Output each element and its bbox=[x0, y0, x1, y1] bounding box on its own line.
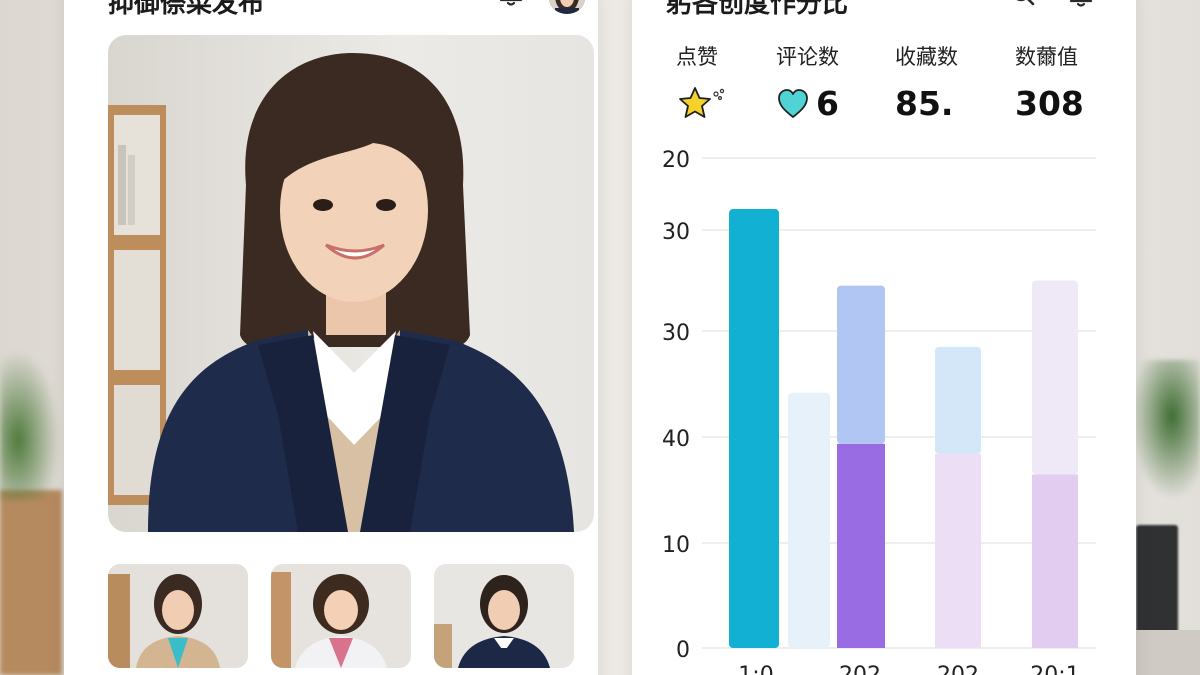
creation-analytics-panel: 躬吝创度作分比 点赞 评论数 6 收藏数 85. 数薾值 308 20 30 3… bbox=[632, 0, 1136, 675]
x-tick-label: 202 bbox=[839, 663, 881, 675]
bar-segment[interactable] bbox=[1032, 280, 1078, 475]
user-avatar[interactable] bbox=[549, 0, 585, 14]
thumbnail-photo-1[interactable] bbox=[108, 564, 248, 668]
y-tick-label: 10 bbox=[662, 533, 690, 558]
bar-segment[interactable] bbox=[788, 392, 830, 648]
publish-panel: 抑御傺菜发布 bbox=[64, 0, 598, 675]
background-desk bbox=[1130, 630, 1200, 675]
bar-segment[interactable] bbox=[935, 346, 981, 455]
thumbnail-photo-3[interactable] bbox=[434, 564, 574, 668]
x-tick-label: 202 bbox=[937, 663, 979, 675]
y-tick-label: 0 bbox=[676, 638, 690, 663]
y-tick-label: 20 bbox=[662, 148, 690, 173]
bar-segment[interactable] bbox=[1032, 474, 1078, 648]
background-plant-left bbox=[0, 350, 60, 500]
background-monitor bbox=[1136, 525, 1178, 635]
x-tick-label: 1:0 bbox=[738, 663, 773, 675]
thumbnail-photo-2[interactable] bbox=[271, 564, 411, 668]
x-tick-label: 20:1 bbox=[1030, 663, 1079, 675]
bar-segment[interactable] bbox=[837, 285, 885, 444]
hero-profile-photo[interactable] bbox=[108, 35, 594, 532]
y-tick-label: 30 bbox=[662, 321, 690, 346]
bell-icon[interactable] bbox=[498, 0, 524, 8]
bar-chart: 20 30 30 40 10 0 1:0 202 202 20:1 bbox=[662, 148, 1096, 675]
background-shelf bbox=[0, 490, 62, 675]
publish-panel-title: 抑御傺菜发布 bbox=[108, 0, 265, 19]
y-tick-label: 30 bbox=[662, 220, 690, 245]
bar-segment[interactable] bbox=[729, 209, 779, 648]
bar-segment[interactable] bbox=[837, 443, 885, 648]
background-plant-right bbox=[1130, 360, 1200, 500]
bar-segment[interactable] bbox=[935, 454, 981, 648]
y-tick-label: 40 bbox=[662, 427, 690, 452]
